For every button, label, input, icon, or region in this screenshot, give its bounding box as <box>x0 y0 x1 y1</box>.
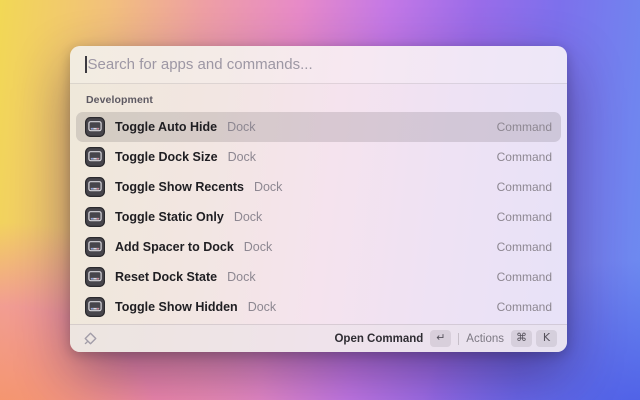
command-subtitle: Dock <box>248 300 276 314</box>
command-title: Toggle Static Only <box>115 210 224 224</box>
command-subtitle: Dock <box>234 210 262 224</box>
command-title: Toggle Show Recents <box>115 180 244 194</box>
command-type-label: Command <box>497 150 552 164</box>
list-item-toggle-show-recents[interactable]: Toggle Show Recents Dock Command <box>76 172 561 202</box>
raycast-logo-icon <box>83 331 98 346</box>
command-subtitle: Dock <box>228 150 256 164</box>
actions-button[interactable]: Actions ⌘ K <box>466 330 557 347</box>
command-title: Reset Dock State <box>115 270 217 284</box>
list-item-toggle-dock-size[interactable]: Toggle Dock Size Dock Command <box>76 142 561 172</box>
command-subtitle: Dock <box>227 120 255 134</box>
dock-icon <box>85 207 105 227</box>
open-command-label: Open Command <box>334 333 423 345</box>
command-title: Toggle Dock Size <box>115 150 218 164</box>
command-list: Development Toggle Auto Hide Dock Comman… <box>70 84 567 324</box>
command-type-label: Command <box>497 180 552 194</box>
k-key-badge: K <box>536 330 557 347</box>
command-type-label: Command <box>497 240 552 254</box>
command-type-label: Command <box>497 270 552 284</box>
open-command-button[interactable]: Open Command ↵ <box>334 330 451 347</box>
command-title: Toggle Auto Hide <box>115 120 217 134</box>
list-item-reset-dock-state[interactable]: Reset Dock State Dock Command <box>76 262 561 292</box>
command-type-label: Command <box>497 300 552 314</box>
list-item-toggle-show-hidden[interactable]: Toggle Show Hidden Dock Command <box>76 292 561 322</box>
command-subtitle: Dock <box>244 240 272 254</box>
command-type-label: Command <box>497 120 552 134</box>
footer-divider <box>458 333 459 345</box>
command-palette-window: Development Toggle Auto Hide Dock Comman… <box>70 46 567 352</box>
dock-icon <box>85 237 105 257</box>
dock-icon <box>85 117 105 137</box>
search-bar[interactable] <box>70 46 567 84</box>
command-subtitle: Dock <box>254 180 282 194</box>
command-type-label: Command <box>497 210 552 224</box>
list-item-add-spacer-to-dock[interactable]: Add Spacer to Dock Dock Command <box>76 232 561 262</box>
return-key-badge: ↵ <box>430 330 451 347</box>
dock-icon <box>85 147 105 167</box>
command-title: Add Spacer to Dock <box>115 240 234 254</box>
dock-icon <box>85 297 105 317</box>
section-header: Development <box>76 87 561 112</box>
text-cursor <box>85 56 87 73</box>
command-title: Toggle Show Hidden <box>115 300 238 314</box>
search-input[interactable] <box>88 56 553 73</box>
list-item-toggle-auto-hide[interactable]: Toggle Auto Hide Dock Command <box>76 112 561 142</box>
status-bar: Open Command ↵ Actions ⌘ K <box>70 324 567 352</box>
list-item-toggle-static-only[interactable]: Toggle Static Only Dock Command <box>76 202 561 232</box>
dock-icon <box>85 267 105 287</box>
dock-icon <box>85 177 105 197</box>
command-subtitle: Dock <box>227 270 255 284</box>
actions-label: Actions <box>466 333 504 345</box>
command-key-badge: ⌘ <box>511 330 532 347</box>
